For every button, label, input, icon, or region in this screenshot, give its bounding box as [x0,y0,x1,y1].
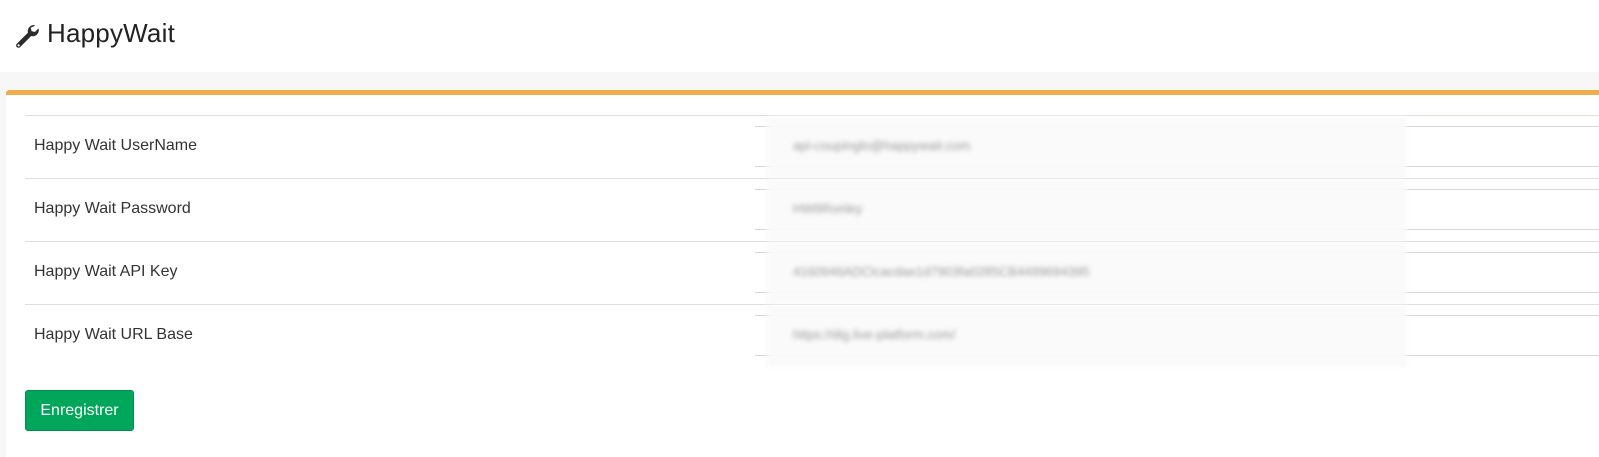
page-title: HappyWait [47,17,175,48]
username-field[interactable] [755,126,1599,167]
url-base-field[interactable] [755,315,1599,356]
wrench-icon [13,22,41,50]
settings-panel: Happy Wait UserName api-coupinglo@happyw… [6,90,1599,457]
username-label: Happy Wait UserName [34,137,198,154]
form-row-password: Happy Wait Password HW8Ronley [25,178,1599,241]
settings-form: Happy Wait UserName api-coupinglo@happyw… [25,115,1599,367]
url-base-field-wrap: https://dig.live-platform.com/ [755,305,1599,367]
password-label: Happy Wait Password [34,200,191,217]
url-base-label: Happy Wait URL Base [34,326,193,343]
save-button[interactable]: Enregistrer [25,390,134,431]
password-field-wrap: HW8Ronley [755,179,1599,241]
username-field-wrap: api-coupinglo@happywait.com [755,116,1599,178]
form-row-api-key: Happy Wait API Key 4160946ADClcacdae1d79… [25,241,1599,304]
api-key-field-wrap: 4160946ADClcacdae1d7903fa0285CB449969439… [755,242,1599,304]
api-key-field[interactable] [755,252,1599,293]
api-key-label: Happy Wait API Key [34,263,178,280]
form-row-username: Happy Wait UserName api-coupinglo@happyw… [25,115,1599,178]
password-field[interactable] [755,189,1599,230]
form-row-url-base: Happy Wait URL Base https://dig.live-pla… [25,304,1599,367]
page-header: HappyWait [0,0,1599,72]
